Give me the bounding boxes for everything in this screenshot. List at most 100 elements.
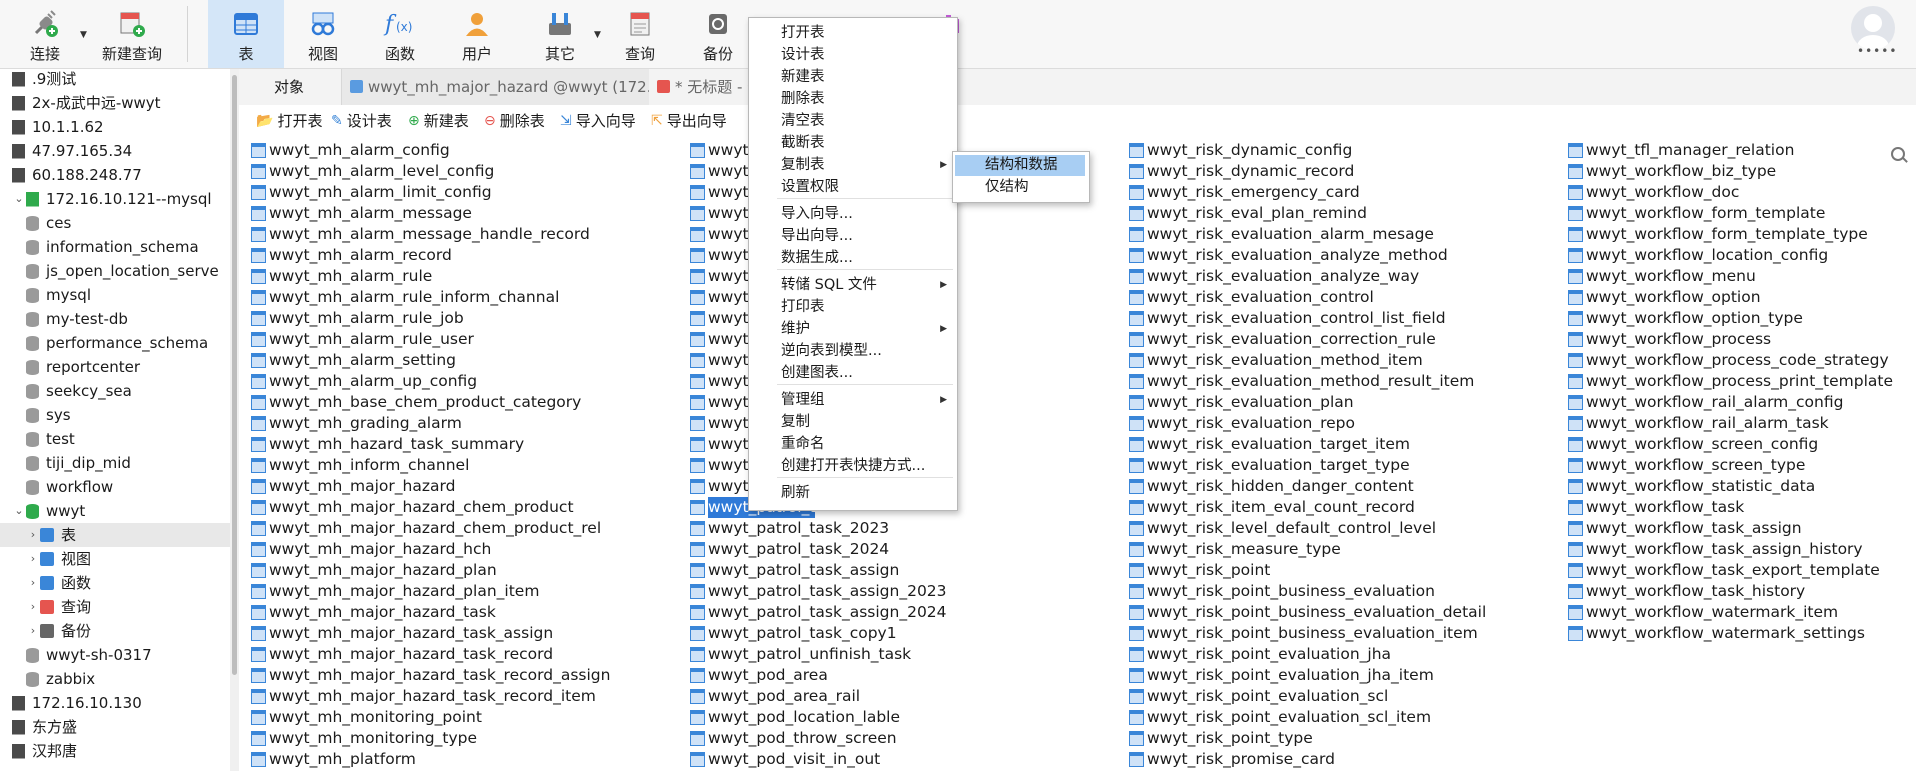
context-menu-item[interactable]: 数据生成...: [749, 247, 957, 269]
backup-button[interactable]: 备份: [682, 0, 754, 68]
context-menu-item[interactable]: 逆向表到模型...: [749, 340, 957, 362]
table-list-item[interactable]: wwyt_pod_throw_screen: [690, 728, 947, 749]
context-menu-item[interactable]: 刷新: [749, 482, 957, 504]
sidebar-item[interactable]: .9测试: [0, 69, 230, 91]
table-list-item[interactable]: wwyt_risk_hidden_danger_content: [1129, 476, 1486, 497]
connect-button[interactable]: 连接: [22, 0, 68, 68]
table-list-item[interactable]: wwyt_mh_monitoring_point: [251, 707, 610, 728]
table-list-item[interactable]: wwyt_patrol_task_assign: [690, 560, 947, 581]
table-list-item[interactable]: wwyt_mh_alarm_message: [251, 203, 610, 224]
sidebar-item[interactable]: reportcenter: [0, 355, 230, 379]
table-list-item[interactable]: wwyt_mh_major_hazard_hch: [251, 539, 610, 560]
context-menu-item[interactable]: 维护 ▶: [749, 318, 957, 340]
table-list-item[interactable]: wwyt_patrol_unfinish_task: [690, 644, 947, 665]
expand-toggle-icon[interactable]: ⌄: [12, 499, 26, 523]
table-list-item[interactable]: wwyt_pod_location_lable: [690, 707, 947, 728]
delete-table-button[interactable]: ⊖ 删除表: [484, 105, 545, 137]
table-button[interactable]: 表: [208, 0, 284, 68]
table-list-item[interactable]: wwyt_mh_major_hazard_task_record_assign: [251, 665, 610, 686]
table-list-item[interactable]: wwyt_mh_alarm_rule_user: [251, 329, 610, 350]
table-list-item[interactable]: wwyt_risk_evaluation_repo: [1129, 413, 1486, 434]
table-list-item[interactable]: wwyt_workflow_screen_config: [1568, 434, 1893, 455]
expand-toggle-icon[interactable]: ›: [26, 619, 40, 643]
table-list-item[interactable]: wwyt_risk_eval_plan_remind: [1129, 203, 1486, 224]
sidebar-item[interactable]: information_schema: [0, 235, 230, 259]
table-list-item[interactable]: wwyt_workflow_form_template_type: [1568, 224, 1893, 245]
table-list-item[interactable]: wwyt_mh_alarm_message_handle_record: [251, 224, 610, 245]
table-list-item[interactable]: wwyt_risk_point_business_evaluation_item: [1129, 623, 1486, 644]
expand-toggle-icon[interactable]: ›: [26, 571, 40, 595]
table-list-item[interactable]: wwyt_mh_major_hazard_task: [251, 602, 610, 623]
context-menu-item[interactable]: 复制表 ▶: [749, 154, 957, 176]
table-list-item[interactable]: wwyt_risk_point_business_evaluation_deta…: [1129, 602, 1486, 623]
table-list-item[interactable]: wwyt_mh_alarm_setting: [251, 350, 610, 371]
table-list-item[interactable]: wwyt_workflow_menu: [1568, 266, 1893, 287]
table-list-item[interactable]: wwyt_workflow_location_config: [1568, 245, 1893, 266]
table-list-item[interactable]: wwyt_workflow_screen_type: [1568, 455, 1893, 476]
function-button[interactable]: f (x) 函数: [365, 0, 435, 68]
sidebar-item[interactable]: mysql: [0, 283, 230, 307]
table-list-item[interactable]: wwyt_risk_point_evaluation_jha_item: [1129, 665, 1486, 686]
import-wizard-button[interactable]: ⇲ 导入向导: [560, 105, 636, 137]
table-list-item[interactable]: wwyt_risk_level_default_control_level: [1129, 518, 1486, 539]
table-list-item[interactable]: wwyt_risk_evaluation_correction_rule: [1129, 329, 1486, 350]
table-list-item[interactable]: wwyt_risk_emergency_card: [1129, 182, 1486, 203]
context-menu-item[interactable]: 创建图表...: [749, 362, 957, 384]
context-menu-item[interactable]: 截断表: [749, 132, 957, 154]
table-list-item[interactable]: wwyt_mh_major_hazard_plan: [251, 560, 610, 581]
table-list-item[interactable]: wwyt_workflow_rail_alarm_task: [1568, 413, 1893, 434]
table-list-item[interactable]: wwyt_patrol_task_assign_2023: [690, 581, 947, 602]
table-list-item[interactable]: wwyt_mh_hazard_task_summary: [251, 434, 610, 455]
table-list-item[interactable]: wwyt_workflow_process: [1568, 329, 1893, 350]
sidebar-item[interactable]: › 函数: [0, 571, 230, 595]
sidebar-item[interactable]: 东方盛: [0, 715, 230, 739]
table-list-item[interactable]: wwyt_workflow_watermark_settings: [1568, 623, 1893, 644]
table-list-item[interactable]: wwyt_pod_area: [690, 665, 947, 686]
table-list-item[interactable]: wwyt_patrol_task_2024: [690, 539, 947, 560]
table-list-item[interactable]: wwyt_tfl_manager_relation: [1568, 140, 1893, 161]
sidebar-scrollbar[interactable]: [230, 69, 239, 771]
table-list-item[interactable]: wwyt_workflow_option_type: [1568, 308, 1893, 329]
table-list-item[interactable]: wwyt_mh_major_hazard_task_assign: [251, 623, 610, 644]
table-list-item[interactable]: wwyt_workflow_task_history: [1568, 581, 1893, 602]
sidebar-item[interactable]: performance_schema: [0, 331, 230, 355]
context-menu-item[interactable]: 导入向导...: [749, 203, 957, 225]
sidebar-item[interactable]: tiji_dip_mid: [0, 451, 230, 475]
table-list-item[interactable]: wwyt_mh_major_hazard_plan_item: [251, 581, 610, 602]
sidebar-item[interactable]: seekcy_sea: [0, 379, 230, 403]
open-table-button[interactable]: 📂 打开表: [256, 105, 322, 137]
table-list-item[interactable]: wwyt_risk_point_evaluation_jha: [1129, 644, 1486, 665]
table-list-item[interactable]: wwyt_patrol_task_2023: [690, 518, 947, 539]
table-list-item[interactable]: wwyt_risk_point_evaluation_scl: [1129, 686, 1486, 707]
sidebar-item[interactable]: 10.1.1.62: [0, 115, 230, 139]
table-list-item[interactable]: wwyt_risk_point_business_evaluation: [1129, 581, 1486, 602]
new-query-button[interactable]: 新建查询: [92, 0, 172, 68]
context-menu-item[interactable]: 创建打开表快捷方式...: [749, 455, 957, 477]
table-list-item[interactable]: wwyt_mh_major_hazard: [251, 476, 610, 497]
other-dropdown-icon[interactable]: ▼: [594, 30, 601, 40]
table-list-item[interactable]: wwyt_risk_evaluation_method_item: [1129, 350, 1486, 371]
table-list-item[interactable]: wwyt_workflow_statistic_data: [1568, 476, 1893, 497]
query-button[interactable]: 查询: [604, 0, 676, 68]
sidebar-item[interactable]: workflow: [0, 475, 230, 499]
table-list-item[interactable]: wwyt_workflow_watermark_item: [1568, 602, 1893, 623]
table-list-item[interactable]: wwyt_workflow_task: [1568, 497, 1893, 518]
table-list-item[interactable]: wwyt_mh_major_hazard_task_record_item: [251, 686, 610, 707]
context-menu-item[interactable]: 管理组 ▶: [749, 389, 957, 411]
context-menu-item[interactable]: 删除表: [749, 88, 957, 110]
context-menu-item[interactable]: 复制: [749, 411, 957, 433]
context-menu-item[interactable]: 设计表: [749, 44, 957, 66]
table-list-item[interactable]: wwyt_mh_alarm_rule_inform_channal: [251, 287, 610, 308]
sidebar-item[interactable]: 172.16.10.130: [0, 691, 230, 715]
expand-toggle-icon[interactable]: ›: [26, 595, 40, 619]
table-list-item[interactable]: wwyt_workflow_process_code_strategy: [1568, 350, 1893, 371]
table-list-item[interactable]: wwyt_pod_visit_in_out: [690, 749, 947, 770]
table-list-item[interactable]: wwyt_workflow_form_template: [1568, 203, 1893, 224]
table-list-item[interactable]: wwyt_risk_dynamic_record: [1129, 161, 1486, 182]
table-list-item[interactable]: wwyt_risk_item_eval_count_record: [1129, 497, 1486, 518]
context-menu-item[interactable]: 打印表: [749, 296, 957, 318]
context-menu-item[interactable]: 导出向导...: [749, 225, 957, 247]
context-menu-item[interactable]: 重命名: [749, 433, 957, 455]
table-list-item[interactable]: wwyt_workflow_task_assign: [1568, 518, 1893, 539]
sidebar-item[interactable]: zabbix: [0, 667, 230, 691]
